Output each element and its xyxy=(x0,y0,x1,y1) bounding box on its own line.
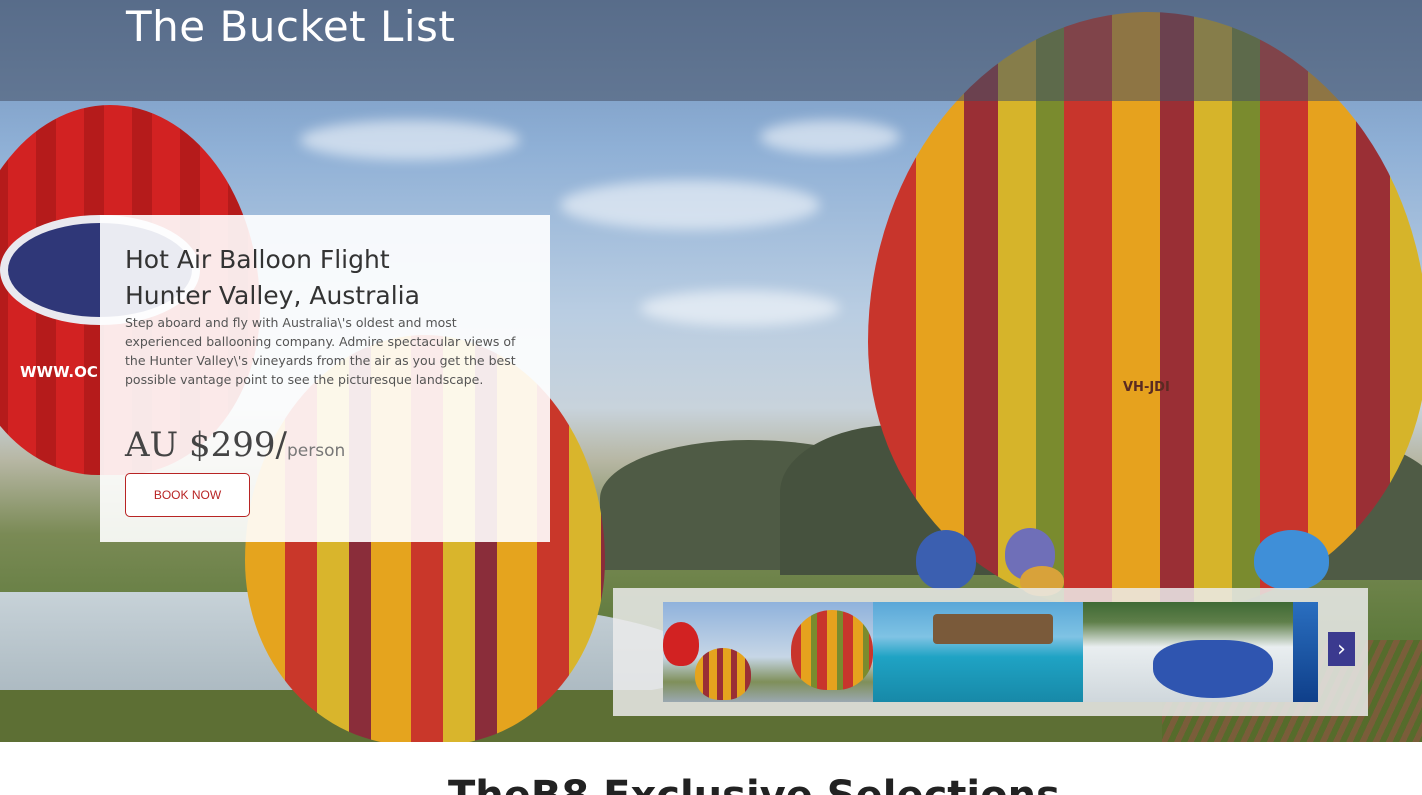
price-amount: AU $299/ xyxy=(125,425,287,465)
experience-title: Hot Air Balloon Flight Hunter Valley, Au… xyxy=(125,242,420,314)
cloud-decoration xyxy=(640,290,840,326)
distant-balloon xyxy=(916,530,976,590)
carousel-next-button[interactable]: › xyxy=(1328,632,1355,666)
carousel-thumbnail-reef-pontoon[interactable] xyxy=(873,602,1083,702)
thumbnail-balloon xyxy=(663,622,699,666)
large-striped-balloon: VH-JDI xyxy=(868,12,1422,612)
cloud-decoration xyxy=(560,180,820,230)
section-heading: TheB8 Exclusive Selections xyxy=(448,773,1060,795)
carousel-thumbnail-diving[interactable] xyxy=(1293,602,1318,702)
balloon-registration-text: VH-JDI xyxy=(1123,380,1170,395)
thumbnail-raft xyxy=(1153,640,1273,698)
experience-location: Hunter Valley, Australia xyxy=(125,281,420,310)
image-carousel: › xyxy=(613,588,1368,716)
cloud-decoration xyxy=(760,120,900,154)
thumbnail-balloon xyxy=(791,610,873,690)
experience-title-line: Hot Air Balloon Flight xyxy=(125,245,390,274)
thumbnail-pontoon xyxy=(933,614,1053,644)
balloon-website-text: WWW.OC xyxy=(20,363,98,381)
distant-balloon xyxy=(1254,530,1329,590)
cloud-decoration xyxy=(300,120,520,160)
price-unit: person xyxy=(287,441,346,461)
experience-card: Hot Air Balloon Flight Hunter Valley, Au… xyxy=(100,215,550,542)
thumbnail-balloon xyxy=(695,648,751,700)
page-title: The Bucket List xyxy=(126,2,456,51)
chevron-right-icon: › xyxy=(1337,636,1346,662)
book-now-button[interactable]: BOOK NOW xyxy=(125,473,250,517)
price: AU $299/person xyxy=(125,425,345,465)
carousel-thumbnail-balloons[interactable] xyxy=(663,602,873,702)
experience-description: Step aboard and fly with Australia\'s ol… xyxy=(125,315,516,387)
carousel-thumbnail-rafting[interactable] xyxy=(1083,602,1293,702)
